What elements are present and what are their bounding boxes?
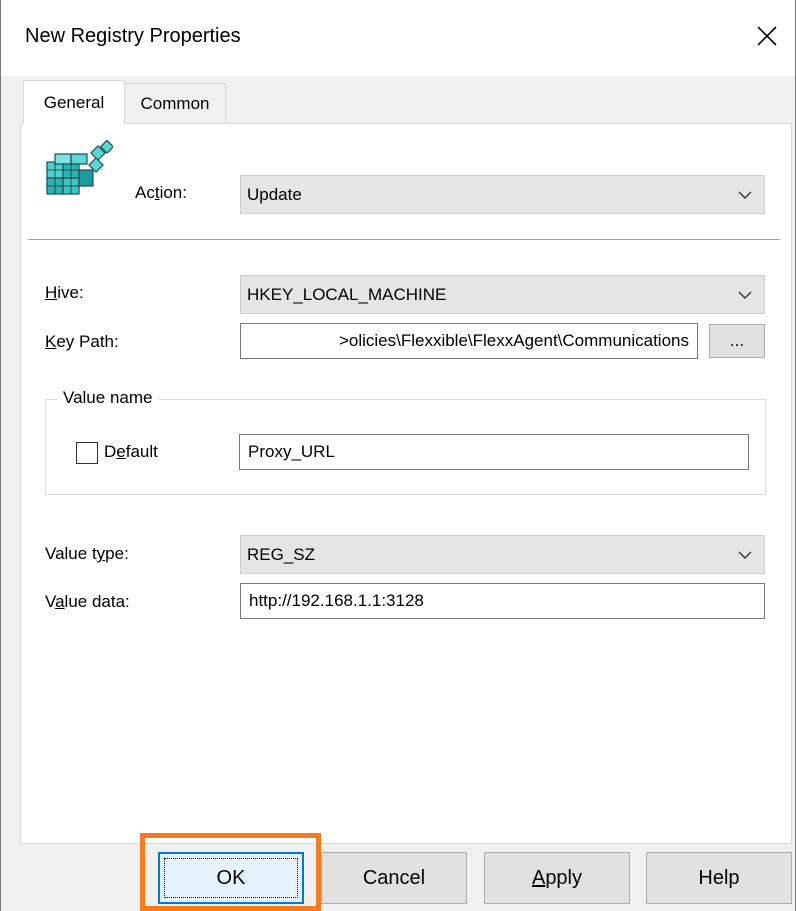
tab-general[interactable]: General: [23, 80, 125, 124]
value-type-label: Value type:: [45, 544, 129, 563]
registry-cubes-icon: [46, 140, 113, 195]
close-icon: [757, 26, 777, 46]
value-name-legend: Value name: [57, 388, 159, 408]
separator: [28, 239, 780, 240]
key-path-label: Key Path:: [45, 332, 119, 351]
value-type-select[interactable]: REG_SZ: [240, 535, 765, 574]
hive-select[interactable]: HKEY_LOCAL_MACHINE: [240, 275, 765, 314]
window-title: New Registry Properties: [25, 25, 241, 47]
cancel-button[interactable]: Cancel: [321, 852, 467, 904]
browse-key-button[interactable]: ...: [709, 324, 765, 358]
chevron-down-icon: [738, 291, 752, 299]
focus-rectangle: [164, 858, 298, 898]
hive-label: Hive:: [45, 283, 84, 302]
action-label: Action:: [135, 183, 187, 202]
value-data-label: Value data:: [45, 592, 130, 611]
title-bar: New Registry Properties: [1, 0, 795, 76]
registry-properties-dialog: New Registry Properties General Common A…: [0, 0, 796, 911]
ok-button[interactable]: OK: [158, 852, 304, 904]
tab-common[interactable]: Common: [124, 83, 226, 123]
apply-button[interactable]: Apply: [484, 852, 630, 904]
help-button[interactable]: Help: [646, 852, 792, 904]
action-value: Update: [247, 184, 302, 204]
hive-value: HKEY_LOCAL_MACHINE: [247, 284, 447, 304]
default-label: Default: [104, 442, 158, 461]
default-checkbox[interactable]: [76, 442, 98, 464]
key-path-input[interactable]: >olicies\Flexxible\FlexxAgent\Communicat…: [240, 323, 698, 359]
value-type-value: REG_SZ: [247, 544, 316, 564]
action-select[interactable]: Update: [240, 175, 765, 214]
chevron-down-icon: [738, 551, 752, 559]
value-data-input[interactable]: http://192.168.1.1:3128: [240, 583, 765, 619]
value-name-input[interactable]: Proxy_URL: [239, 434, 749, 470]
chevron-down-icon: [738, 191, 752, 199]
close-button[interactable]: [739, 8, 795, 64]
